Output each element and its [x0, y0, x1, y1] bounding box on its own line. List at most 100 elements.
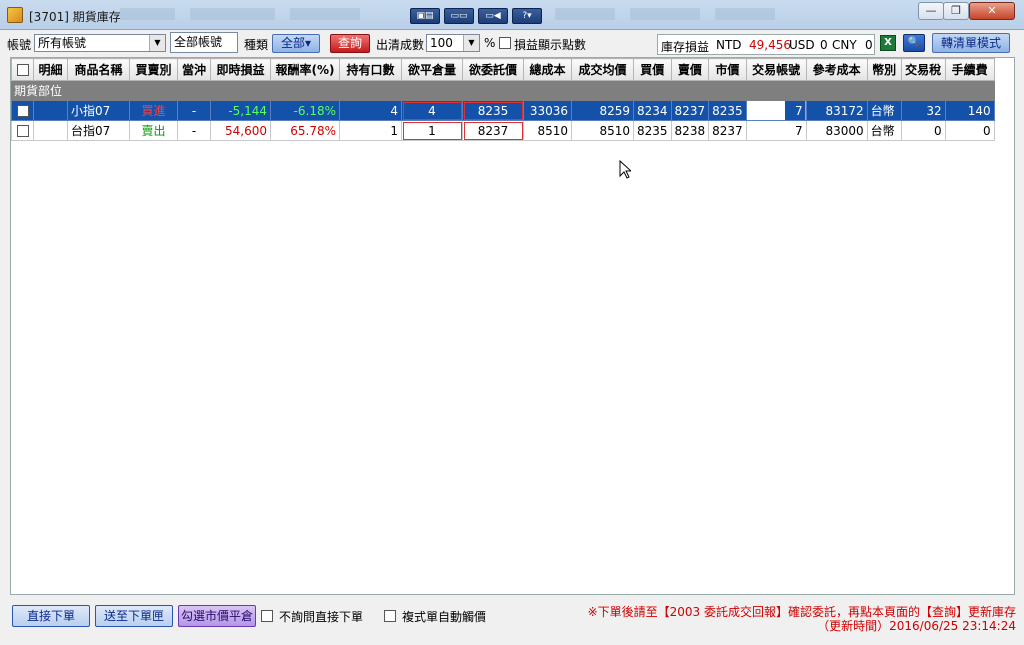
- avg-price-cell: 8510: [571, 120, 634, 141]
- zoom-icon[interactable]: 🔍: [903, 34, 925, 52]
- side-cell: 賣出: [129, 120, 178, 141]
- show-points-checkbox[interactable]: [499, 37, 511, 49]
- product-cell: 台指07: [67, 120, 130, 141]
- row-checkbox-cell[interactable]: [11, 100, 34, 121]
- table-row[interactable]: 台指07 賣出 - 54,600 65.78% 1 1 8237 8510 85…: [11, 120, 995, 141]
- check-market-close-button[interactable]: 勾選市價平倉: [178, 605, 256, 627]
- header-day-trade[interactable]: 當沖: [177, 58, 211, 81]
- market-cell: 8235: [708, 100, 747, 121]
- header-bid[interactable]: 買價: [633, 58, 672, 81]
- header-tax[interactable]: 交易稅: [900, 58, 946, 81]
- lots-cell: 1: [339, 120, 402, 141]
- header-fee[interactable]: 手續費: [944, 58, 995, 81]
- tax-cell: 0: [900, 120, 946, 141]
- account-text-field[interactable]: 全部帳號: [170, 32, 238, 53]
- ntd-value: 49,456: [749, 38, 791, 52]
- header-pnl[interactable]: 即時損益: [210, 58, 271, 81]
- help-icon-button[interactable]: ?▾: [512, 8, 542, 24]
- window-icon-button[interactable]: ▭▭: [444, 8, 474, 24]
- header-side[interactable]: 買賣別: [129, 58, 178, 81]
- chevron-down-icon: ▼: [149, 35, 165, 51]
- pnl-cell: -5,144: [210, 100, 271, 121]
- avg-price-cell: 8259: [571, 100, 634, 121]
- account-cell: 7: [745, 100, 807, 121]
- table-header-row: 明細 商品名稱 買賣別 當沖 即時損益 報酬率(%) 持有口數 欲平倉量 欲委託…: [11, 58, 995, 81]
- direct-order-button[interactable]: 直接下單: [12, 605, 90, 627]
- header-account[interactable]: 交易帳號: [745, 58, 807, 81]
- pnl-summary: 庫存損益 NTD 49,456 USD 0 CNY 0: [657, 34, 875, 55]
- market-cell: 8237: [708, 120, 747, 141]
- day-trade-cell: -: [177, 100, 211, 121]
- mouse-cursor-icon: [619, 160, 631, 179]
- header-ask[interactable]: 賣價: [670, 58, 710, 81]
- detail-cell[interactable]: [33, 120, 68, 141]
- query-button[interactable]: 查詢: [330, 34, 370, 53]
- no-confirm-checkbox[interactable]: [261, 610, 273, 622]
- video-icon-button[interactable]: ▭◀: [478, 8, 508, 24]
- select-all-checkbox[interactable]: [16, 64, 29, 76]
- total-cost-cell: 8510: [523, 120, 572, 141]
- fee-cell: 140: [944, 100, 995, 121]
- auto-trigger-label: 複式單自動觸價: [402, 610, 487, 624]
- toolbar: 帳號 所有帳號 ▼ 全部帳號 種類 全部▾ 查詢 出清成數 100 ▼ % 損益…: [0, 31, 1024, 56]
- close-qty-input[interactable]: 1: [401, 120, 463, 141]
- tax-cell: 32: [900, 100, 946, 121]
- day-trade-cell: -: [177, 120, 211, 141]
- detail-cell[interactable]: [33, 100, 68, 121]
- header-ref-cost[interactable]: 參考成本: [805, 58, 868, 81]
- account-cell: 7: [745, 120, 807, 141]
- account-select[interactable]: 所有帳號 ▼: [34, 34, 166, 52]
- switch-list-mode-button[interactable]: 轉清單模式: [932, 33, 1010, 53]
- send-to-queue-button[interactable]: 送至下單匣: [95, 605, 173, 627]
- account-label: 帳號: [7, 38, 32, 52]
- usd-label: USD: [789, 38, 815, 52]
- header-market[interactable]: 市價: [708, 58, 747, 81]
- header-product[interactable]: 商品名稱: [67, 58, 130, 81]
- clear-lots-select[interactable]: 100 ▼: [426, 34, 480, 52]
- order-price-input[interactable]: 8235: [462, 100, 524, 121]
- header-return[interactable]: 報酬率(%): [270, 58, 340, 81]
- blurred-title-area: [120, 8, 175, 20]
- blurred-title-area: [290, 8, 360, 20]
- return-cell: 65.78%: [270, 120, 340, 141]
- group-row: 期貨部位: [11, 80, 995, 101]
- layout-icon-button[interactable]: ▣▤: [410, 8, 440, 24]
- header-select-all[interactable]: [11, 58, 34, 81]
- excel-export-icon[interactable]: X: [880, 35, 896, 51]
- header-currency[interactable]: 幣別: [866, 58, 902, 81]
- auto-trigger-checkbox[interactable]: [384, 610, 396, 622]
- cny-value: 0: [865, 38, 873, 52]
- currency-cell: 台幣: [866, 100, 902, 121]
- row-checkbox[interactable]: [16, 105, 29, 117]
- ask-cell: 8238: [670, 120, 710, 141]
- header-total-cost[interactable]: 總成本: [523, 58, 572, 81]
- header-order-price[interactable]: 欲委託價: [462, 58, 524, 81]
- blurred-title-area: [555, 8, 615, 20]
- header-avg-price[interactable]: 成交均價: [571, 58, 634, 81]
- pnl-label: 庫存損益: [661, 40, 710, 54]
- maximize-button[interactable]: ❐: [943, 2, 969, 20]
- ref-cost-cell: 83000: [805, 120, 868, 141]
- order-price-input[interactable]: 8237: [462, 120, 524, 141]
- ref-cost-cell: 83172: [805, 100, 868, 121]
- row-checkbox[interactable]: [16, 125, 29, 137]
- pnl-cell: 54,600: [210, 120, 271, 141]
- group-label: 期貨部位: [11, 80, 995, 101]
- app-icon: [7, 7, 23, 23]
- positions-grid: 明細 商品名稱 買賣別 當沖 即時損益 報酬率(%) 持有口數 欲平倉量 欲委託…: [10, 57, 1015, 595]
- category-dropdown[interactable]: 全部▾: [272, 34, 320, 53]
- usd-value: 0: [820, 38, 828, 52]
- side-cell: 買進: [129, 100, 178, 121]
- header-detail[interactable]: 明細: [33, 58, 68, 81]
- header-lots[interactable]: 持有口數: [339, 58, 402, 81]
- header-close-qty[interactable]: 欲平倉量: [401, 58, 463, 81]
- close-qty-input[interactable]: 4: [401, 100, 463, 121]
- product-cell: 小指07: [67, 100, 130, 121]
- show-points-label: 損益顯示點數: [514, 38, 587, 52]
- row-checkbox-cell[interactable]: [11, 120, 34, 141]
- ask-cell: 8237: [670, 100, 710, 121]
- minimize-button[interactable]: —: [918, 2, 944, 20]
- close-button[interactable]: ✕: [969, 2, 1015, 20]
- currency-cell: 台幣: [866, 120, 902, 141]
- table-row[interactable]: 小指07 買進 - -5,144 -6.18% 4 4 8235 33036 8…: [11, 100, 995, 121]
